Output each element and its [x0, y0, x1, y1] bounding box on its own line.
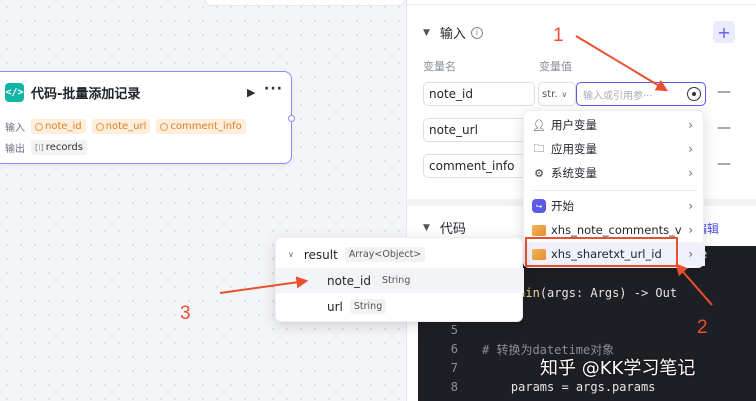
folder-icon: 🗀 — [533, 141, 545, 155]
node-inputs-row: 输入 note_id note_url comment_info — [5, 119, 252, 134]
chevron-right-icon: › — [688, 142, 693, 156]
node-input-label: 输入 — [5, 123, 25, 134]
upper-node-card[interactable] — [205, 0, 405, 6]
info-icon[interactable]: i — [470, 26, 483, 39]
result-root-row[interactable]: ∨ result Array<Object> — [276, 242, 524, 267]
node-title: 代码-批量添加记录 — [31, 87, 141, 102]
dropdown-item-start[interactable]: ↪ 开始 › — [524, 194, 705, 218]
workflow-canvas[interactable]: </> 代码-批量添加记录 ▶ ··· 输入 note_id note_url … — [0, 0, 406, 401]
code-section-header[interactable]: ▼ 代码 — [423, 218, 466, 237]
dropdown-item-user-vars[interactable]: 👤︎ 用户变量 › — [524, 113, 705, 137]
input-section-header[interactable]: ▼ 输入 i — [423, 23, 483, 42]
highlight-box — [525, 237, 678, 267]
chevron-right-icon: › — [688, 199, 693, 213]
param-name-field[interactable]: note_id — [423, 82, 535, 106]
param-type-select[interactable]: str. ∨ — [538, 82, 576, 106]
node-input-chip: comment_info — [156, 119, 246, 134]
param-value-input[interactable]: 输入或引用参··· — [576, 82, 706, 106]
remove-param-icon[interactable]: — — [717, 156, 731, 172]
param-name-field[interactable]: comment_info — [423, 154, 535, 178]
node-input-chip: note_url — [91, 119, 151, 134]
node-output-label: 输出 — [5, 144, 25, 155]
gear-icon: ⚙ — [534, 166, 544, 180]
more-icon[interactable]: ··· — [264, 81, 283, 97]
node-output-chip: [⁞] records — [31, 140, 87, 155]
code-line: 8 params = args.params — [450, 380, 656, 394]
remove-param-icon[interactable]: — — [717, 120, 731, 136]
dropdown-item-system-vars[interactable]: ⚙ 系统变量 › — [524, 161, 705, 185]
node-outputs-row: 输出 [⁞] records — [5, 140, 93, 155]
chevron-right-icon: › — [688, 166, 693, 180]
result-field-row[interactable]: url String — [276, 294, 524, 319]
chevron-right-icon: › — [688, 247, 693, 261]
annotation-2: 2 — [697, 317, 708, 338]
code-node[interactable]: </> 代码-批量添加记录 ▶ ··· 输入 note_id note_url … — [0, 71, 295, 164]
result-fields-popup: ∨ result Array<Object> note_id String ur… — [275, 237, 524, 322]
add-param-button[interactable]: + — [713, 21, 735, 43]
annotation-1: 1 — [553, 25, 564, 46]
chevron-down-icon: ▼ — [423, 27, 430, 38]
col-value-header: 变量值 — [539, 60, 572, 73]
plugin-node-icon — [532, 224, 546, 236]
chevron-down-icon: ∨ — [561, 89, 568, 99]
output-port[interactable] — [288, 115, 295, 122]
node-input-chip: note_id — [31, 119, 86, 134]
annotation-3: 3 — [180, 303, 191, 324]
chevron-right-icon: › — [688, 118, 693, 132]
run-icon[interactable]: ▶ — [247, 86, 255, 99]
col-name-header: 变量名 — [423, 60, 456, 73]
chevron-down-icon: ∨ — [288, 250, 294, 259]
start-icon: ↪ — [532, 199, 546, 213]
user-icon: 👤︎ — [532, 118, 546, 132]
code-snippet-fragment: e — [700, 247, 708, 261]
code-icon: </> — [5, 83, 24, 102]
chevron-right-icon: › — [688, 223, 693, 237]
dropdown-item-app-vars[interactable]: 🗀 应用变量 › — [524, 137, 705, 161]
reference-target-icon[interactable] — [687, 87, 701, 101]
param-name-field[interactable]: note_url — [423, 118, 535, 142]
remove-param-icon[interactable]: — — [717, 84, 731, 100]
watermark-text: 知乎 @KK学习笔记 — [540, 358, 696, 379]
array-icon: [⁞] — [35, 143, 44, 152]
chevron-down-icon: ▼ — [423, 222, 430, 233]
result-field-row[interactable]: note_id String — [276, 268, 524, 293]
